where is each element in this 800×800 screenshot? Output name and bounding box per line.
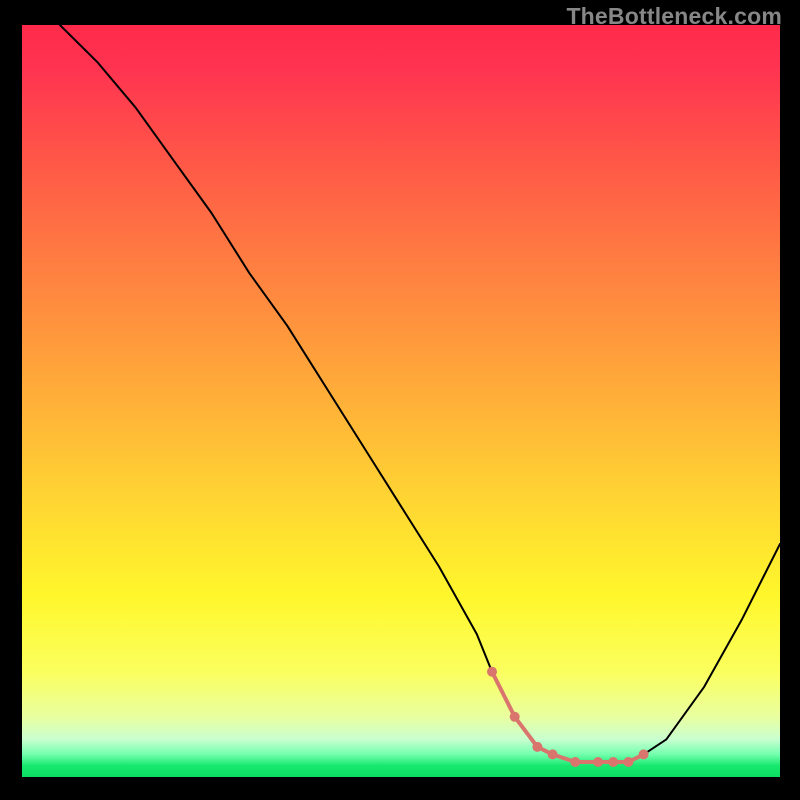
chart-frame: TheBottleneck.com (0, 0, 800, 800)
watermark-text: TheBottleneck.com (566, 3, 782, 30)
plot-area (22, 25, 780, 777)
